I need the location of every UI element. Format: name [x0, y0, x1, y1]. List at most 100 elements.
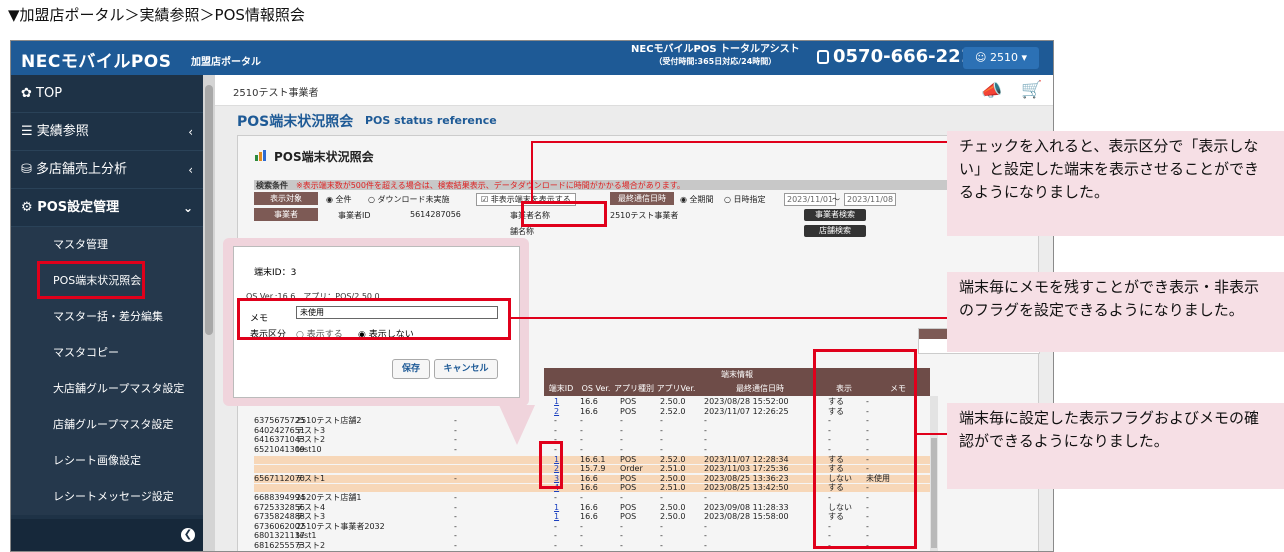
- sidebar-sub-large-group[interactable]: 大店舗グループマスタ設定: [11, 371, 203, 407]
- sidebar-item-multistore[interactable]: ⛁ 多店舗売上分析 ‹: [11, 151, 203, 189]
- cell-app-ver: 2.50.0: [660, 512, 686, 522]
- radio-all-period[interactable]: ◉ 全期間: [680, 194, 714, 205]
- cell-app-type: POS: [620, 502, 637, 512]
- collapse-sidebar-icon[interactable]: ❮: [181, 528, 195, 542]
- cell-terminal-id: -: [554, 425, 557, 435]
- highlight-memo-fields: [237, 298, 511, 340]
- sidebar-item-top[interactable]: ✿ TOP: [11, 75, 203, 113]
- app-window: NECモバイルPOS 加盟店ポータル NECモバイルPOS トータルアシスト （…: [10, 40, 1054, 552]
- cell-app-ver: -: [660, 425, 663, 435]
- cell-app-ver: -: [660, 493, 663, 502]
- cell-last-comm: -: [704, 425, 707, 435]
- user-icon: ☺: [975, 51, 987, 64]
- sidebar-item-label: POS設定管理: [37, 200, 120, 215]
- highlight-display-memo-columns: [813, 349, 917, 549]
- cell-last-comm: -: [704, 541, 707, 550]
- radio-download[interactable]: ○ ダウンロード未実施: [368, 194, 450, 205]
- cell-store-name: テスト4: [296, 502, 326, 512]
- cell-os-ver: -: [580, 416, 583, 426]
- highlight-sidebar-pos-status: [37, 261, 145, 299]
- highlight-terminal-ids: [539, 441, 563, 489]
- sidebar-scroll-thumb[interactable]: [205, 85, 213, 335]
- cell-store-name: 2520テスト店舗1: [296, 493, 362, 502]
- user-menu-button[interactable]: ☺ 2510 ▾: [963, 47, 1039, 69]
- cell-terminal-id[interactable]: 2: [554, 407, 559, 416]
- target-label: 表示対象: [254, 192, 318, 205]
- cell-blank: -: [454, 531, 457, 541]
- cell-terminal-id: -: [554, 531, 557, 541]
- cell-terminal-id[interactable]: 1: [554, 398, 559, 406]
- breadcrumb: 2510テスト事業者: [233, 88, 319, 99]
- cell-app-type: -: [620, 521, 623, 531]
- radio-all-period-label: 全期間: [689, 195, 714, 204]
- search-row-operator: 事業者 事業者ID 5614287056 事業者名称 2510テスト事業者 事業…: [254, 208, 972, 222]
- cell-last-comm: -: [704, 493, 707, 502]
- cell-blank: -: [454, 541, 457, 550]
- cell-last-comm: 2023/11/03 17:25:36: [704, 464, 789, 474]
- cell-os-ver: 16.6: [580, 473, 598, 483]
- cell-app-type: -: [620, 541, 623, 550]
- cell-last-comm: 2023/08/25 13:36:23: [704, 473, 789, 483]
- cell-app-ver: 2.51.0: [660, 464, 686, 474]
- cancel-button[interactable]: キャンセル: [434, 359, 498, 379]
- cell-app-ver: -: [660, 445, 663, 454]
- sidebar-sub-bulk-edit[interactable]: マスター括・差分編集: [11, 299, 203, 335]
- sidebar-sub-receipt-image[interactable]: レシート画像設定: [11, 443, 203, 479]
- cell-os-ver: 16.6: [580, 483, 598, 493]
- cell-app-ver: 2.50.0: [660, 397, 686, 406]
- cell-app-type: POS: [620, 483, 637, 493]
- cell-app-type: POS: [620, 473, 637, 483]
- cell-terminal-id[interactable]: 1: [554, 503, 559, 512]
- cell-os-ver: 15.7.9: [580, 464, 606, 474]
- cart-icon[interactable]: 🛒: [1021, 80, 1042, 100]
- date-separator: ～: [832, 195, 840, 204]
- chevron-left-icon: ‹: [188, 163, 193, 177]
- sidebar-item-pos-settings[interactable]: ⚙ POS設定管理 ⌄: [11, 189, 203, 227]
- date-to-input[interactable]: 2023/11/08: [844, 193, 897, 206]
- cell-last-comm: -: [704, 416, 707, 426]
- megaphone-icon[interactable]: 📣: [981, 81, 1002, 101]
- brand-logo[interactable]: NECモバイルPOS: [21, 47, 171, 72]
- sidebar-sub-master[interactable]: マスタ管理: [11, 227, 203, 263]
- sidebar-sub-receipt-message[interactable]: レシートメッセージ設定: [11, 479, 203, 515]
- radio-date-label: 日時指定: [733, 195, 766, 204]
- operator-id-value: 5614287056: [410, 210, 461, 219]
- date-from-input[interactable]: 2023/11/01: [784, 193, 837, 206]
- search-note: ※表示端末数が500件を超える場合は、検索結果表示、データダウンロードに時間がか…: [296, 181, 685, 190]
- cell-blank: -: [454, 435, 457, 445]
- cell-os-ver: 16.6: [580, 512, 598, 522]
- table-scroll-thumb[interactable]: [931, 438, 937, 548]
- cell-blank: -: [454, 445, 457, 454]
- cell-blank: -: [454, 493, 457, 502]
- list-icon: ☰: [21, 124, 33, 139]
- sidebar-sub-master-copy[interactable]: マスタコピー: [11, 335, 203, 371]
- page-title-english: POS status reference: [365, 114, 497, 127]
- cell-os-ver: 16.6: [580, 502, 598, 512]
- save-button[interactable]: 保存: [392, 359, 430, 379]
- sidebar-sub-store-group[interactable]: 店舗グループマスタ設定: [11, 407, 203, 443]
- cell-os-ver: -: [580, 531, 583, 541]
- cell-app-type: -: [620, 445, 623, 454]
- cell-os-ver: 16.6: [580, 397, 598, 406]
- dialog-terminal-id: 端末ID：3: [254, 268, 297, 278]
- cell-store-name: テスト2: [296, 435, 326, 445]
- sidebar-item-results[interactable]: ☰ 実績参照 ‹: [11, 113, 203, 151]
- connector-line-1: [531, 141, 533, 203]
- connector-line-2: [511, 317, 953, 319]
- radio-date[interactable]: ○ 日時指定: [724, 194, 766, 205]
- cell-store-name: テスト2: [296, 541, 326, 550]
- cell-os-ver: -: [580, 541, 583, 550]
- cell-app-ver: -: [660, 541, 663, 550]
- cell-app-type: -: [620, 493, 623, 502]
- cell-terminal-id[interactable]: 1: [554, 513, 559, 521]
- cell-last-comm: 2023/11/07 12:28:34: [704, 454, 789, 464]
- radio-all[interactable]: ◉ 全件: [326, 194, 352, 205]
- palette-icon: ✿: [21, 86, 32, 101]
- sidebar-item-label: 多店舗売上分析: [36, 162, 128, 177]
- chevron-left-icon: ‹: [188, 125, 193, 139]
- search-row-target: 表示対象 ◉ 全件 ○ ダウンロード未実施 ☑ 非表示端末を表示する 最終通信日…: [254, 192, 972, 206]
- col-header-os: OS Ver.: [581, 384, 611, 393]
- store-search-button[interactable]: 店舗検索: [804, 225, 866, 237]
- operator-search-button[interactable]: 事業者検索: [804, 209, 866, 221]
- cell-app-ver: -: [660, 416, 663, 426]
